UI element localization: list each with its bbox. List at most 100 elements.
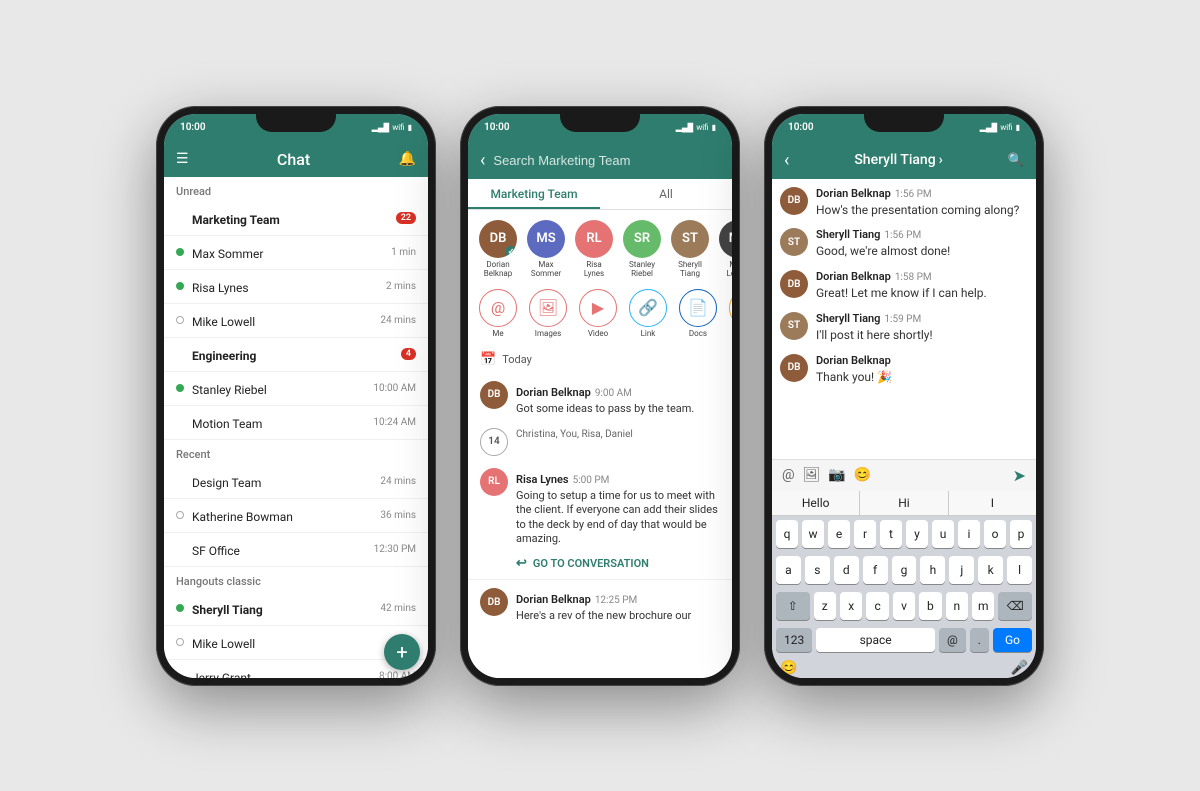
- message-avatar: DB: [480, 588, 508, 616]
- key-w[interactable]: w: [802, 520, 824, 548]
- key-u[interactable]: u: [932, 520, 954, 548]
- hangouts-section-label: Hangouts classic: [164, 567, 428, 592]
- list-item[interactable]: Stanley Riebel 10:00 AM: [164, 372, 428, 406]
- search-icon[interactable]: 🔍: [1008, 153, 1024, 168]
- key-n[interactable]: n: [946, 592, 968, 620]
- wifi-icon: wifi: [696, 123, 708, 132]
- key-d[interactable]: d: [834, 556, 859, 584]
- at-icon[interactable]: @: [782, 467, 795, 483]
- key-at[interactable]: @: [939, 628, 966, 652]
- key-o[interactable]: o: [984, 520, 1006, 548]
- key-p[interactable]: p: [1010, 520, 1032, 548]
- mic-icon[interactable]: 🎤: [1011, 660, 1028, 676]
- offline-dot: [176, 511, 184, 519]
- key-shift[interactable]: ⇧: [776, 592, 810, 620]
- avatar-item[interactable]: RL RisaLynes: [572, 220, 616, 279]
- key-x[interactable]: x: [840, 592, 862, 620]
- chat-header: ☰ Chat 🔔: [164, 142, 428, 177]
- back-icon[interactable]: ‹: [784, 150, 789, 171]
- status-icons-2: ▂▄█ wifi ▮: [676, 123, 716, 132]
- message-row: ST Sheryll Tiang 1:59 PM I'll post it he…: [780, 312, 1028, 344]
- image-icon[interactable]: 🖼: [803, 467, 821, 483]
- status-bar-3: 10:00 ▂▄█ wifi ▮: [772, 114, 1036, 142]
- suggestion-i[interactable]: I: [949, 491, 1036, 515]
- camera-icon[interactable]: 📷: [828, 467, 845, 483]
- message-row: DB Dorian Belknap9:00 AM Got some ideas …: [468, 375, 732, 422]
- emoji-icon[interactable]: 😊: [780, 660, 797, 676]
- avatar-item[interactable]: MS MaxSommer: [524, 220, 568, 279]
- status-time-2: 10:00: [484, 122, 510, 133]
- key-v[interactable]: v: [893, 592, 915, 620]
- key-123[interactable]: 123: [776, 628, 812, 652]
- list-item[interactable]: Marketing Team 22: [164, 202, 428, 236]
- msg-sender: Sheryll Tiang: [816, 312, 880, 325]
- key-space[interactable]: space: [816, 628, 935, 652]
- list-item[interactable]: Motion Team 10:24 AM: [164, 406, 428, 440]
- filter-images[interactable]: 🖼 Images: [526, 289, 570, 338]
- filter-me[interactable]: @ Me: [476, 289, 520, 338]
- key-r[interactable]: r: [854, 520, 876, 548]
- send-button[interactable]: ➤: [1013, 466, 1026, 485]
- list-item[interactable]: Katherine Bowman 36 mins: [164, 499, 428, 533]
- list-item[interactable]: Max Sommer 1 min: [164, 236, 428, 270]
- key-period[interactable]: .: [970, 628, 989, 652]
- list-item[interactable]: SF Office 12:30 PM: [164, 533, 428, 567]
- list-item[interactable]: Design Team 24 mins: [164, 465, 428, 499]
- key-k[interactable]: k: [978, 556, 1003, 584]
- avatar-item[interactable]: DB DorianBelknap: [476, 220, 520, 279]
- key-q[interactable]: q: [776, 520, 798, 548]
- offline-dot: [176, 316, 184, 324]
- menu-icon[interactable]: ☰: [176, 151, 189, 167]
- signal-icon: ▂▄█: [676, 123, 694, 132]
- keyboard-row-3: ⇧ z x c v b n m ⌫: [772, 588, 1036, 624]
- people-row: DB DorianBelknap MS MaxSommer RL RisaLyn…: [468, 210, 732, 283]
- key-z[interactable]: z: [814, 592, 836, 620]
- phone-3: 10:00 ▂▄█ wifi ▮ ‹ Sheryll Tiang › 🔍 DB …: [764, 106, 1044, 686]
- back-icon[interactable]: ‹: [480, 150, 485, 171]
- tab-all[interactable]: All: [600, 179, 732, 209]
- list-item[interactable]: Mike Lowell 24 mins: [164, 304, 428, 338]
- key-l[interactable]: l: [1007, 556, 1032, 584]
- key-t[interactable]: t: [880, 520, 902, 548]
- avatar-circle: MS: [527, 220, 565, 258]
- avatar-item[interactable]: ST SheryllTiang: [668, 220, 712, 279]
- search-input[interactable]: [493, 153, 720, 168]
- key-g[interactable]: g: [892, 556, 917, 584]
- fab-button[interactable]: +: [384, 634, 420, 670]
- key-a[interactable]: a: [776, 556, 801, 584]
- bell-icon[interactable]: 🔔: [399, 151, 416, 167]
- key-m[interactable]: m: [972, 592, 994, 620]
- key-e[interactable]: e: [828, 520, 850, 548]
- battery-icon: ▮: [408, 123, 412, 132]
- message-avatar: ST: [780, 312, 808, 340]
- suggestion-hi[interactable]: Hi: [860, 491, 948, 515]
- key-f[interactable]: f: [863, 556, 888, 584]
- key-s[interactable]: s: [805, 556, 830, 584]
- key-b[interactable]: b: [919, 592, 941, 620]
- filter-slides[interactable]: 📊 Slides: [726, 289, 732, 338]
- key-backspace[interactable]: ⌫: [998, 592, 1032, 620]
- list-item[interactable]: Sheryll Tiang 42 mins: [164, 592, 428, 626]
- key-i[interactable]: i: [958, 520, 980, 548]
- avatar-item[interactable]: ML MikeLowell: [716, 220, 732, 279]
- key-go[interactable]: Go: [993, 628, 1032, 652]
- go-conversation-button[interactable]: ↩ GO TO CONVERSATION: [468, 552, 732, 579]
- avatar-item[interactable]: SR StanleyRiebel: [620, 220, 664, 279]
- key-j[interactable]: j: [949, 556, 974, 584]
- online-dot: [176, 248, 184, 256]
- list-item[interactable]: Engineering 4: [164, 338, 428, 372]
- team-header: ‹: [468, 142, 732, 179]
- suggestion-hello[interactable]: Hello: [772, 491, 860, 515]
- key-h[interactable]: h: [920, 556, 945, 584]
- filter-link[interactable]: 🔗 Link: [626, 289, 670, 338]
- list-item[interactable]: Risa Lynes 2 mins: [164, 270, 428, 304]
- filter-video[interactable]: ▶ Video: [576, 289, 620, 338]
- reaction-icon[interactable]: 😊: [854, 467, 871, 483]
- avatar-name: DorianBelknap: [484, 260, 513, 279]
- unread-badge: 4: [401, 348, 416, 360]
- online-dot: [176, 384, 184, 392]
- tab-marketing-team[interactable]: Marketing Team: [468, 179, 600, 209]
- filter-docs[interactable]: 📄 Docs: [676, 289, 720, 338]
- key-c[interactable]: c: [866, 592, 888, 620]
- key-y[interactable]: y: [906, 520, 928, 548]
